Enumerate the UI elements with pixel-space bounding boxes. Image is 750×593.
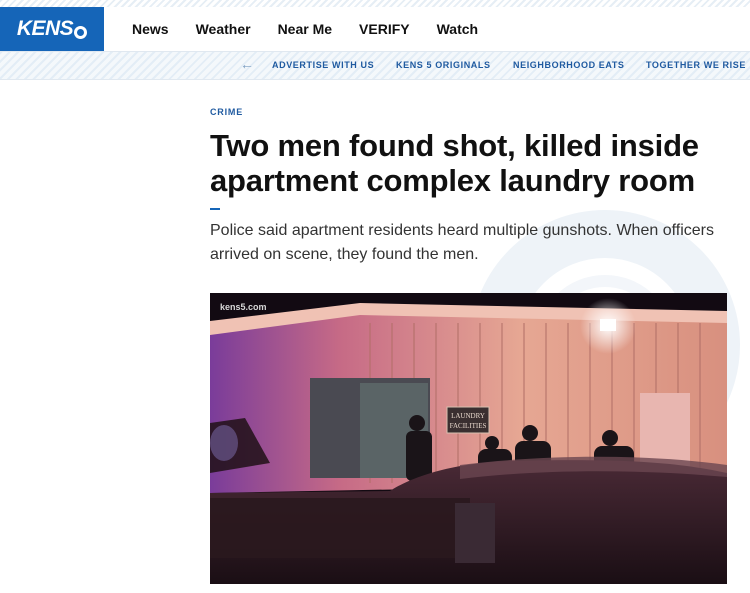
kens5-logo-icon	[74, 25, 88, 39]
nav-weather[interactable]: Weather	[196, 21, 251, 37]
subnav-together-we-rise[interactable]: TOGETHER WE RISE	[646, 60, 746, 70]
top-stripe	[0, 0, 750, 7]
site-header: KENS News Weather Near Me VERIFY Watch	[0, 7, 750, 51]
photo-watermark: kens5.com	[220, 302, 267, 312]
logo-text: KENS	[16, 17, 74, 40]
nav-verify[interactable]: VERIFY	[359, 21, 410, 37]
photo-scene: LAUNDRY FACILITIES kens5.com	[210, 293, 727, 584]
subnav-advertise[interactable]: ADVERTISE WITH US	[272, 60, 374, 70]
section-label[interactable]: CRIME	[210, 107, 243, 117]
police-light-glow	[210, 425, 238, 461]
subnav-originals[interactable]: KENS 5 ORIGINALS	[396, 60, 491, 70]
secondary-nav: ← ADVERTISE WITH US KENS 5 ORIGINALS NEI…	[0, 51, 750, 80]
accent-divider	[210, 208, 220, 210]
subnav-neighborhood-eats[interactable]: NEIGHBORHOOD EATS	[513, 60, 625, 70]
sign-line-1: LAUNDRY	[451, 412, 485, 420]
nav-watch[interactable]: Watch	[437, 21, 478, 37]
main-nav: News Weather Near Me VERIFY Watch	[132, 7, 505, 51]
nav-near-me[interactable]: Near Me	[278, 21, 332, 37]
kens5-logo[interactable]: KENS	[0, 7, 104, 51]
article-headline: Two men found shot, killed inside apartm…	[210, 128, 699, 198]
sign-line-2: FACILITIES	[450, 422, 487, 430]
nav-news[interactable]: News	[132, 21, 169, 37]
article-summary: Police said apartment residents heard mu…	[210, 222, 714, 263]
article-photo[interactable]: LAUNDRY FACILITIES kens5.com	[210, 293, 727, 584]
arrow-left-icon[interactable]: ←	[240, 56, 254, 72]
